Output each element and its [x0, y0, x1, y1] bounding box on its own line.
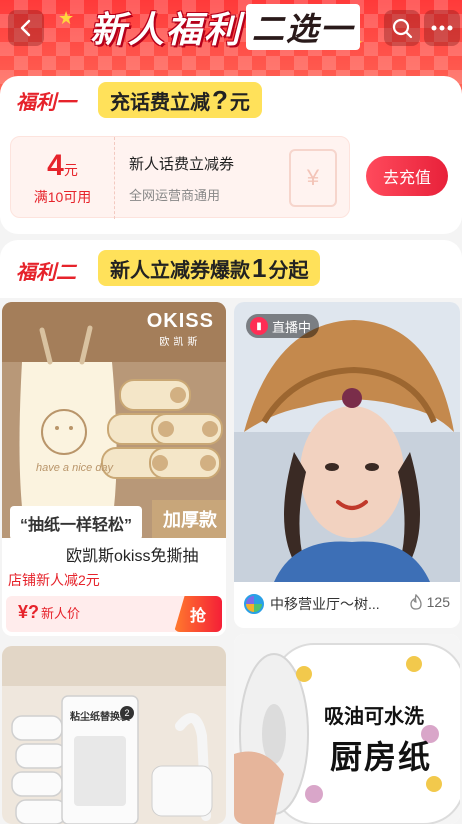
like-number: 125 — [426, 594, 450, 610]
benefit-two-slogan: 新人立减券爆款 1 分起 — [98, 250, 321, 286]
price-label: 新人价 — [41, 606, 81, 621]
coupon-value: 4元 满10可用 — [11, 137, 115, 219]
search-button[interactable] — [384, 10, 420, 46]
coupon-condition: 满10可用 — [33, 189, 92, 205]
product-card-live[interactable]: ▮ 直播中 中移营业厅～树... 125 — [234, 302, 460, 628]
page-title: 新人福利 二选一 — [70, 4, 380, 50]
product-banner-thick: 加厚款 — [152, 500, 226, 538]
coupon-amount: 4元 — [47, 149, 78, 187]
phone-bill-coupon[interactable]: 4元 满10可用 新人话费立减券 全网运营商通用 ¥ — [10, 136, 350, 219]
slogan-unit: 元 — [229, 91, 250, 114]
product-card-okiss[interactable]: OKISS 欧凯斯 have a nice day “抽纸一样轻松” 加厚款 欧… — [2, 302, 226, 636]
price-bar[interactable]: ¥? 新人价 抢 — [6, 596, 222, 632]
more-dots-icon — [431, 25, 453, 31]
slogan-highlight: ? — [212, 84, 228, 115]
fire-icon — [409, 594, 422, 610]
slogan-unit: 分起 — [268, 259, 309, 282]
search-icon — [392, 18, 413, 39]
product-image — [2, 646, 226, 824]
shop-avatar — [244, 594, 264, 614]
bag-slogan: have a nice day — [36, 462, 114, 474]
title-rest-text: 二选一 — [246, 4, 361, 50]
shop-name: 中移营业厅～树... — [270, 596, 380, 612]
product-card-kitchen-paper[interactable]: 吸油可水洗 厨房纸 — [234, 634, 460, 824]
coupon-amount-unit: 元 — [63, 162, 78, 178]
slogan-highlight: 1 — [252, 252, 267, 283]
product-promo: 店铺新人减2元 — [8, 572, 100, 588]
coupon-amount-number: 4 — [47, 149, 64, 182]
grab-button[interactable]: 抢 — [174, 596, 222, 632]
phone-coupon-icon: ¥ — [289, 149, 337, 207]
back-button[interactable] — [8, 10, 44, 46]
more-button[interactable] — [424, 10, 460, 46]
brand-logo: OKISS 欧凯斯 — [147, 310, 214, 348]
brand-name-cn: 欧凯斯 — [159, 337, 202, 348]
product-image — [234, 634, 460, 824]
live-label: 直播中 — [272, 319, 312, 335]
coupon-subtitle: 全网运营商通用 — [129, 188, 221, 203]
benefit-one-tag: 福利一 — [16, 92, 76, 114]
slogan-text: 新人立减券爆款 — [110, 259, 250, 282]
product-slogan: 吸油可水洗 — [324, 706, 424, 728]
title-main-text: 新人福利 — [89, 9, 242, 50]
product-price: ¥? 新人价 — [18, 602, 80, 623]
benefit-two-tag: 福利二 — [16, 262, 76, 284]
product-title: 厨房纸 — [330, 739, 433, 775]
live-stream-image — [234, 302, 460, 582]
price-symbol: ¥ — [18, 602, 29, 622]
coupon-name: 新人话费立减券 — [129, 156, 235, 173]
product-banner-slogan: “抽纸一样轻松” — [10, 506, 143, 540]
live-bars-icon: ▮ — [250, 317, 268, 335]
product-name: 欧凯斯okiss免撕抽 — [66, 548, 199, 565]
slogan-text: 充话费立减 — [110, 91, 210, 114]
price-value: ? — [28, 602, 40, 622]
brand-name: OKISS — [146, 310, 214, 332]
recharge-button[interactable]: 去充值 — [366, 156, 448, 196]
product-card-lint-roller[interactable]: 粘尘纸替换装 2 — [2, 646, 226, 824]
benefit-one-slogan: 充话费立减 ? 元 — [98, 82, 262, 118]
pack-number: 2 — [120, 706, 134, 720]
like-count[interactable]: 125 — [409, 594, 450, 610]
chevron-left-icon — [20, 19, 31, 37]
live-badge: ▮ 直播中 — [246, 314, 320, 338]
